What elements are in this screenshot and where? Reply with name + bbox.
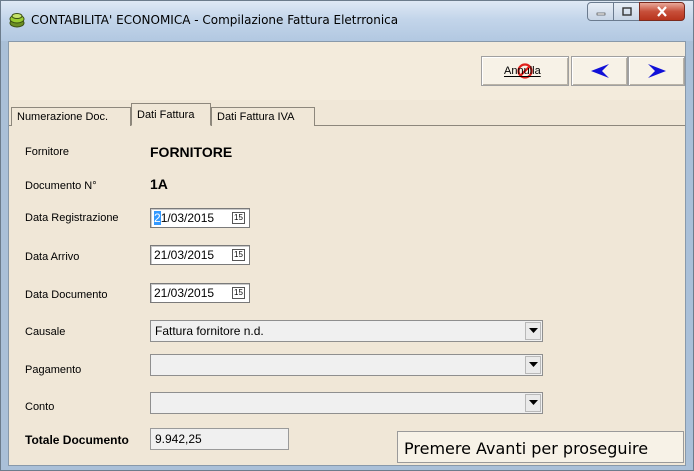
data-arrivo-label: Data Arrivo bbox=[25, 251, 80, 263]
tab-label: Dati Fattura IVA bbox=[217, 111, 295, 123]
conto-select[interactable] bbox=[150, 392, 543, 414]
tab-numerazione-doc[interactable]: Numerazione Doc. bbox=[11, 107, 131, 126]
tab-label: Numerazione Doc. bbox=[17, 111, 109, 123]
totale-documento-label: Totale Documento bbox=[25, 433, 129, 447]
minimize-button[interactable] bbox=[587, 2, 614, 21]
pagamento-select[interactable] bbox=[150, 354, 543, 376]
arrow-left-icon bbox=[590, 64, 609, 78]
toolbar: Annulla bbox=[9, 42, 685, 100]
close-button[interactable] bbox=[639, 2, 685, 21]
date-text: 21/03/2015 bbox=[154, 248, 215, 262]
conto-label: Conto bbox=[25, 401, 55, 413]
pagamento-label: Pagamento bbox=[25, 364, 82, 376]
dropdown-arrow-icon[interactable] bbox=[525, 356, 541, 374]
app-icon bbox=[9, 13, 25, 28]
tab-strip: Numerazione Doc. Dati Fattura Dati Fattu… bbox=[9, 103, 685, 126]
calendar-icon[interactable]: 15 bbox=[232, 212, 245, 224]
data-documento-field[interactable]: 21/03/2015 15 bbox=[150, 283, 250, 303]
dati-fattura-form: Fornitore FORNITORE Documento N° 1A Data… bbox=[9, 126, 685, 465]
dropdown-arrow-icon[interactable] bbox=[525, 322, 541, 340]
causale-label: Causale bbox=[25, 326, 66, 338]
dropdown-arrow-icon[interactable] bbox=[525, 394, 541, 412]
maximize-icon bbox=[621, 7, 632, 16]
client-area: Annulla Numerazione Doc. Dati Fattura Da… bbox=[8, 41, 686, 466]
minimize-icon bbox=[596, 12, 605, 15]
totale-value: 9.942,25 bbox=[155, 432, 202, 446]
causale-select[interactable]: Fattura fornitore n.d. bbox=[150, 320, 543, 342]
maximize-button[interactable] bbox=[613, 2, 640, 21]
window-title: CONTABILITA' ECONOMICA - Compilazione Fa… bbox=[31, 13, 399, 27]
data-arrivo-field[interactable]: 21/03/2015 15 bbox=[150, 245, 250, 265]
fornitore-label: Fornitore bbox=[25, 146, 70, 158]
annulla-button[interactable]: Annulla bbox=[481, 56, 569, 86]
calendar-icon[interactable]: 15 bbox=[232, 249, 245, 261]
arrow-right-icon bbox=[647, 64, 666, 78]
totale-documento-field[interactable]: 9.942,25 bbox=[150, 428, 289, 450]
tab-dati-fattura[interactable]: Dati Fattura bbox=[131, 103, 211, 126]
tab-label: Dati Fattura bbox=[137, 109, 195, 121]
combo-value: Fattura fornitore n.d. bbox=[155, 324, 264, 338]
data-registrazione-label: Data Registrazione bbox=[25, 212, 119, 224]
window-controls bbox=[587, 2, 685, 21]
date-text: 1/03/2015 bbox=[160, 211, 215, 225]
selected-text: 2 bbox=[154, 211, 161, 225]
annulla-label: Annulla bbox=[504, 65, 541, 77]
date-text: 21/03/2015 bbox=[154, 286, 215, 300]
data-registrazione-field[interactable]: 21/03/2015 15 bbox=[150, 208, 250, 228]
documento-value: 1A bbox=[150, 176, 168, 192]
title-bar[interactable]: CONTABILITA' ECONOMICA - Compilazione Fa… bbox=[1, 1, 693, 41]
data-documento-label: Data Documento bbox=[25, 289, 108, 301]
app-window: CONTABILITA' ECONOMICA - Compilazione Fa… bbox=[0, 0, 694, 471]
hint-message: Premere Avanti per proseguire bbox=[397, 431, 684, 463]
documento-label: Documento N° bbox=[25, 180, 97, 192]
close-icon bbox=[657, 6, 667, 17]
calendar-icon[interactable]: 15 bbox=[232, 287, 245, 299]
tab-dati-fattura-iva[interactable]: Dati Fattura IVA bbox=[211, 107, 315, 126]
back-button[interactable] bbox=[571, 56, 628, 86]
forward-button[interactable] bbox=[628, 56, 685, 86]
fornitore-value: FORNITORE bbox=[150, 144, 233, 160]
